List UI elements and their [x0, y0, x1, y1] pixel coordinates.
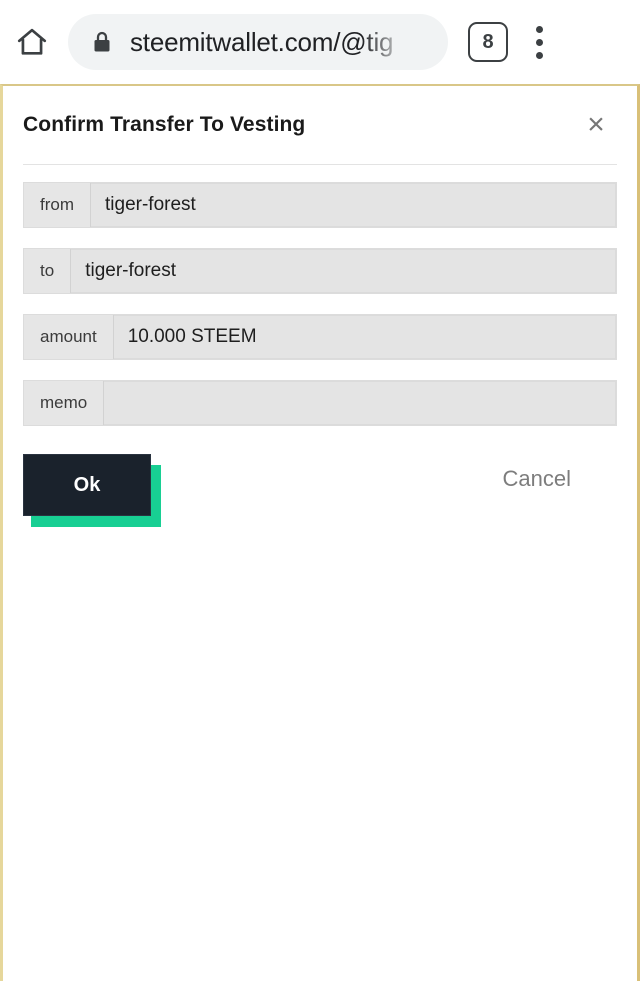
field-label-memo: memo — [24, 381, 105, 425]
field-row-to: to tiger-forest — [23, 248, 617, 294]
field-row-memo: memo — [23, 380, 617, 426]
page-title: Confirm Transfer To Vesting — [23, 113, 306, 136]
home-button[interactable] — [0, 0, 64, 84]
ok-button-wrapper: Ok — [23, 454, 175, 527]
dialog-header: Confirm Transfer To Vesting × — [23, 86, 617, 164]
url-text: steemitwallet.com/@tig — [130, 26, 394, 57]
header-divider — [23, 164, 617, 165]
tab-count-label: 8 — [482, 30, 494, 53]
field-row-amount: amount 10.000 STEEM — [23, 314, 617, 360]
overflow-menu-icon-dot3 — [535, 51, 543, 59]
dialog-actions: Ok Cancel — [23, 454, 617, 564]
field-row-from: from tiger-forest — [23, 182, 617, 228]
lock-icon — [92, 30, 114, 54]
ok-button[interactable]: Ok — [23, 454, 151, 516]
field-value-to[interactable]: tiger-forest — [71, 249, 616, 293]
field-label-from: from — [24, 183, 91, 227]
browser-toolbar: steemitwallet.com/@tig 8 — [0, 0, 640, 84]
address-bar[interactable]: steemitwallet.com/@tig — [68, 14, 448, 70]
field-value-memo[interactable] — [104, 381, 616, 425]
field-label-amount: amount — [24, 315, 114, 359]
overflow-menu-icon — [535, 25, 543, 33]
field-value-from[interactable]: tiger-forest — [91, 183, 616, 227]
page-content: Confirm Transfer To Vesting × from tiger… — [0, 84, 640, 981]
field-value-amount[interactable]: 10.000 STEEM — [113, 315, 616, 359]
overflow-menu-button[interactable] — [508, 0, 570, 84]
field-label-to: to — [24, 249, 72, 293]
close-icon[interactable]: × — [579, 108, 613, 142]
tab-counter-button[interactable]: 8 — [468, 22, 508, 62]
confirm-transfer-dialog: Confirm Transfer To Vesting × from tiger… — [3, 86, 637, 564]
home-icon — [15, 25, 49, 59]
cancel-button[interactable]: Cancel — [503, 466, 571, 492]
overflow-menu-icon-dot2 — [535, 38, 543, 46]
